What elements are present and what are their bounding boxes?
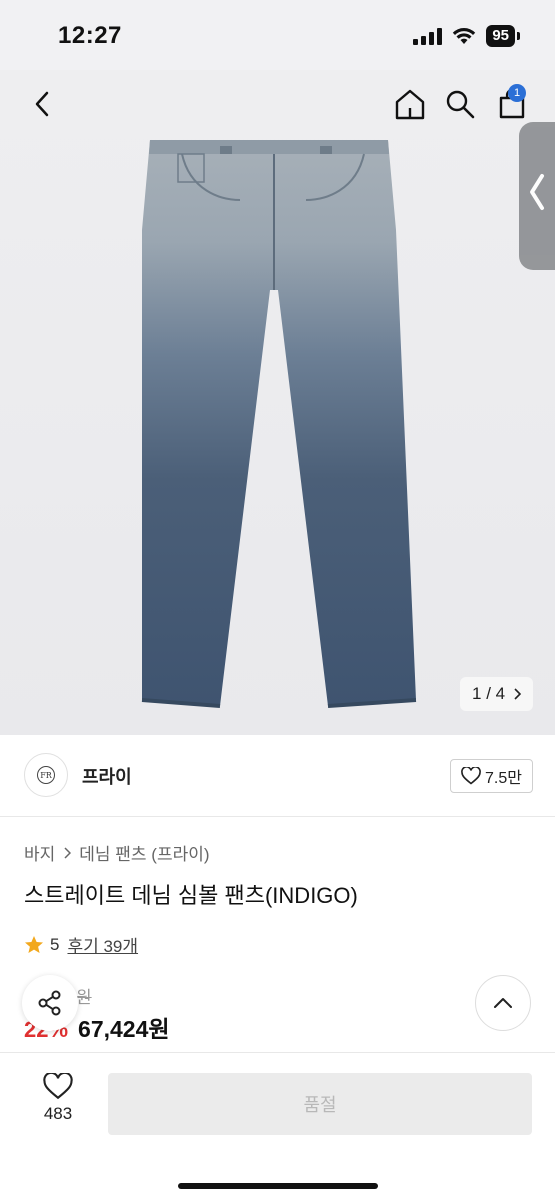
rating-score: 5	[50, 934, 60, 954]
wishlist-count: 483	[43, 1104, 73, 1123]
status-bar: 12:27 95	[0, 0, 555, 70]
search-button[interactable]	[440, 84, 480, 124]
brand-logo-mark: FR	[37, 766, 55, 784]
back-button[interactable]	[22, 84, 62, 124]
home-indicator	[178, 1183, 378, 1189]
product-gallery[interactable]: 1 1 / 4	[0, 70, 555, 735]
chevron-up-icon	[494, 998, 512, 1008]
image-counter[interactable]: 1 / 4	[460, 677, 534, 711]
heart-icon	[43, 1073, 73, 1100]
chevron-right-icon	[514, 688, 522, 700]
brand-logo[interactable]: FR	[24, 753, 68, 797]
chevron-left-icon	[530, 174, 544, 210]
wishlist-button[interactable]: 483	[30, 1073, 86, 1124]
rating-summary: 5 후기 39개	[24, 932, 138, 957]
search-icon	[446, 90, 475, 119]
brand-name[interactable]: 프라이	[82, 763, 132, 789]
share-button[interactable]	[22, 975, 78, 1031]
heart-icon	[461, 767, 481, 785]
brand-like-button[interactable]: 7.5만	[450, 759, 533, 793]
product-image-jeans	[141, 140, 417, 708]
image-counter-text: 1 / 4	[472, 684, 506, 703]
chevron-right-icon	[64, 846, 72, 859]
chevron-left-icon	[35, 91, 49, 117]
star-icon	[25, 935, 43, 953]
wifi-icon	[453, 28, 476, 44]
share-icon	[38, 990, 61, 1016]
review-count-link[interactable]: 후기 39개	[67, 932, 138, 957]
breadcrumb-item[interactable]: 바지	[24, 840, 55, 865]
battery-indicator: 95	[486, 25, 520, 47]
status-icons: 95	[413, 24, 520, 48]
breadcrumb-item[interactable]: 데님 팬츠 (프라이)	[79, 840, 209, 865]
product-title: 스트레이트 데님 심볼 팬츠(INDIGO)	[24, 883, 358, 908]
scroll-top-button[interactable]	[475, 975, 531, 1031]
sale-price: 67,424원	[78, 1016, 170, 1042]
cart-count-badge: 1	[508, 84, 526, 102]
home-icon	[395, 89, 425, 120]
brand-row[interactable]: FR 프라이 7.5만	[0, 735, 555, 817]
breadcrumb: 바지 데님 팬츠 (프라이)	[24, 840, 210, 865]
bottom-action-bar: 483 품절	[0, 1052, 555, 1200]
sold-out-button[interactable]: 품절	[108, 1073, 532, 1135]
brand-like-count: 7.5만	[485, 770, 522, 787]
status-time: 12:27	[58, 22, 122, 49]
side-panel-handle[interactable]	[519, 122, 555, 270]
signal-icon	[413, 27, 443, 45]
home-button[interactable]	[390, 84, 430, 124]
